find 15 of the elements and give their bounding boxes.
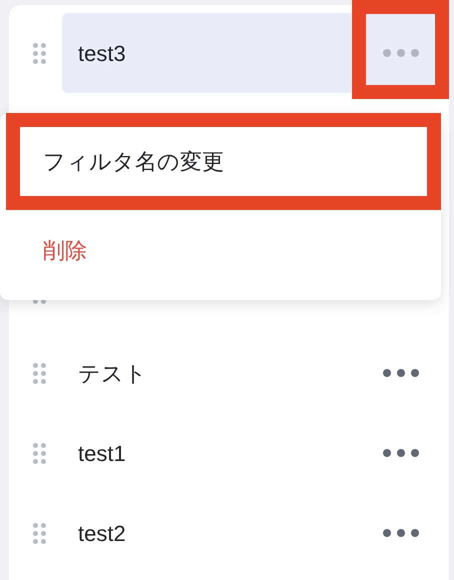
drag-handle-icon[interactable]: [33, 442, 46, 464]
filter-name: test2: [78, 520, 127, 548]
more-icon: [382, 369, 418, 377]
filter-name: テスト: [78, 360, 148, 388]
drag-handle-icon[interactable]: [33, 42, 46, 64]
more-icon: [382, 49, 418, 57]
drag-handle-icon[interactable]: [33, 362, 46, 384]
more-icon: [382, 529, 418, 537]
filter-name: test3: [78, 40, 127, 68]
menu-item[interactable]: 削除: [0, 210, 441, 290]
more-icon: [382, 449, 418, 457]
filter-item[interactable]: test3: [62, 13, 434, 93]
drag-handle-icon[interactable]: [33, 522, 46, 544]
menu-item[interactable]: フィルタ名の変更: [20, 127, 427, 196]
filter-name: test1: [78, 440, 127, 468]
